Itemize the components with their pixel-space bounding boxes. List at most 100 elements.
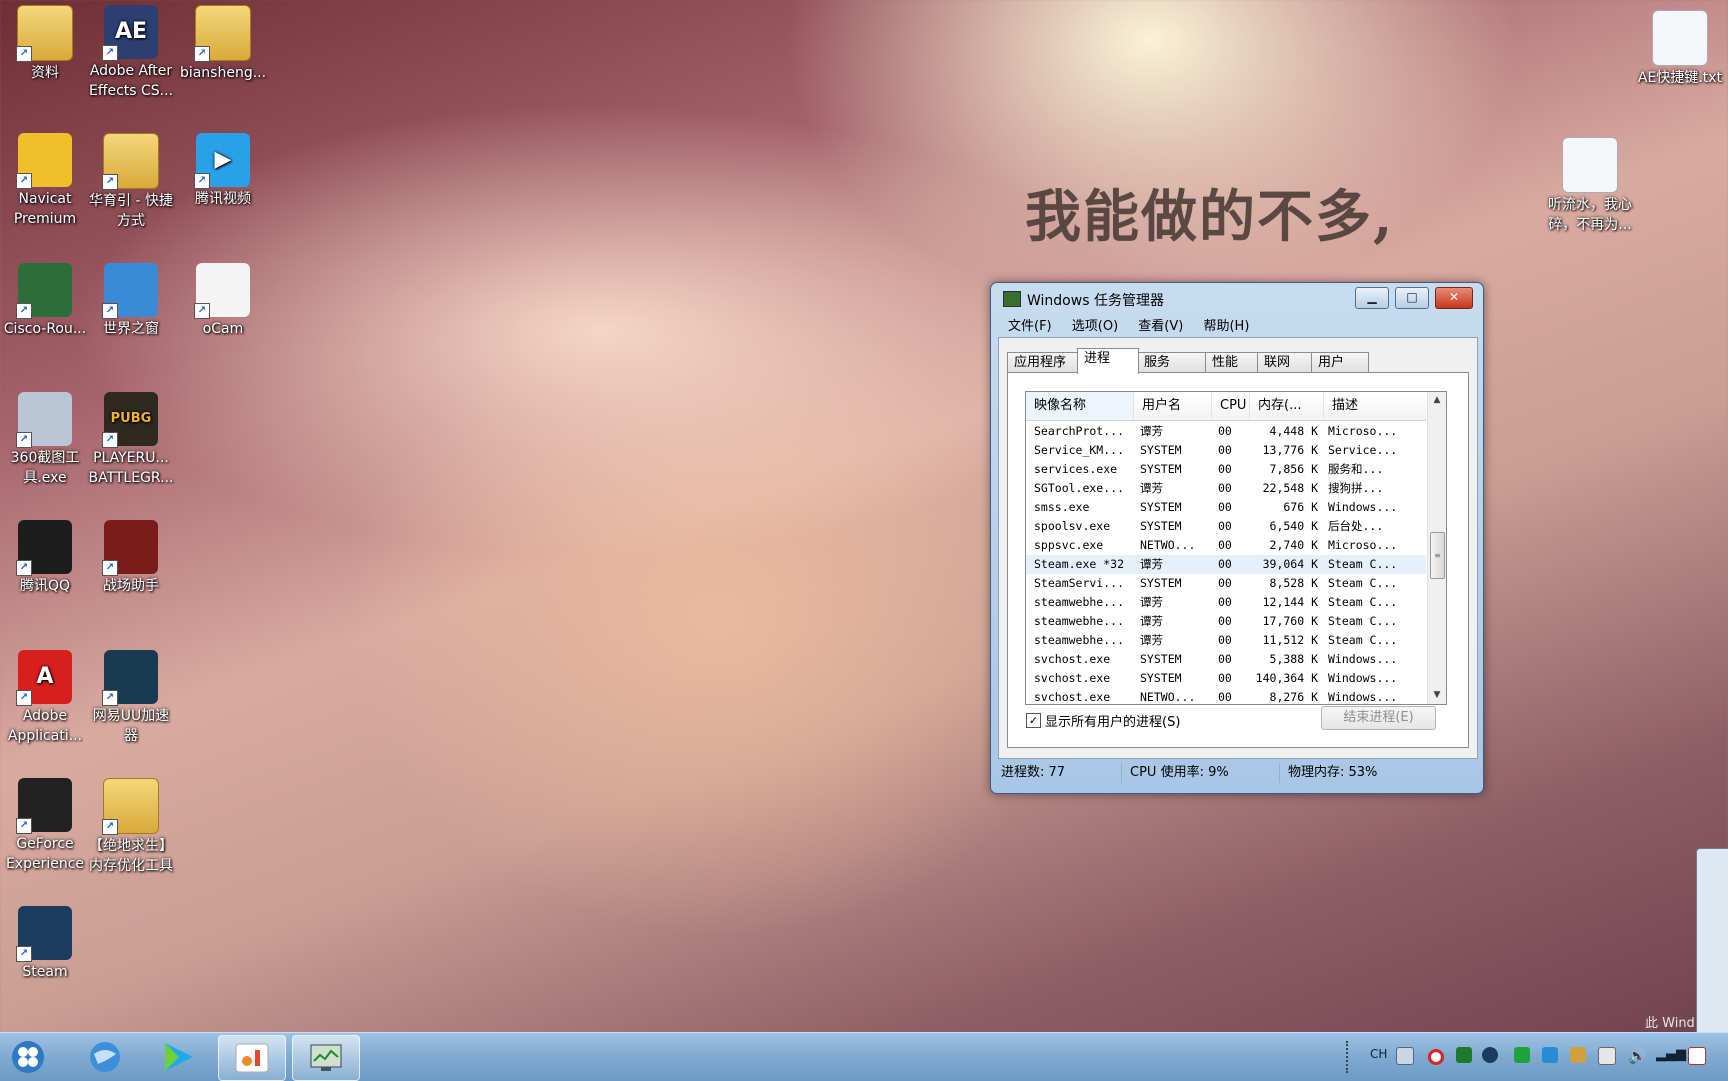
cell-user-name: 谭芳 bbox=[1140, 481, 1163, 495]
desktop-icon-screenshot-360[interactable]: ↗ 360截图工具.exe bbox=[0, 392, 90, 488]
scroll-up-arrow-icon[interactable]: ▲ bbox=[1428, 392, 1446, 409]
desktop-icon-label: Steam bbox=[22, 964, 68, 980]
cell-user-name: SYSTEM bbox=[1140, 576, 1182, 590]
tab-users[interactable]: 用户 bbox=[1311, 352, 1369, 373]
process-row[interactable]: SGTool.exe... 谭芳 00 22,548 K 搜狗拼... bbox=[1026, 479, 1426, 498]
process-row[interactable]: svchost.exe SYSTEM 00 5,388 K Windows... bbox=[1026, 650, 1426, 669]
tab-applications[interactable]: 应用程序 bbox=[1007, 352, 1079, 373]
cell-description: Windows... bbox=[1328, 690, 1398, 704]
cell-image-name: SGTool.exe... bbox=[1034, 481, 1125, 495]
tab-networking[interactable]: 联网 bbox=[1257, 352, 1313, 373]
keyboard-icon[interactable] bbox=[1396, 1047, 1414, 1065]
taskbar-browser-button[interactable] bbox=[72, 1035, 138, 1079]
desktop-icon-adobe-app-manager[interactable]: A ↗ Adobe Applicati... bbox=[0, 650, 90, 746]
title-bar[interactable]: Windows 任务管理器 ▁ □ ✕ bbox=[991, 283, 1483, 313]
column-description[interactable]: 描述 bbox=[1324, 392, 1426, 420]
desktop-icon-pubg-memory-tool[interactable]: ↗ 【绝地求生】内存优化工具 bbox=[86, 778, 176, 876]
tab-services[interactable]: 服务 bbox=[1137, 352, 1207, 373]
battlefield-helper-icon: ↗ bbox=[102, 520, 158, 576]
process-row[interactable]: SearchProt... 谭芳 00 4,448 K Microso... bbox=[1026, 422, 1426, 441]
maximize-button[interactable]: □ bbox=[1395, 287, 1429, 309]
process-row[interactable]: svchost.exe SYSTEM 00 140,364 K Windows... bbox=[1026, 669, 1426, 688]
column-cpu[interactable]: CPU bbox=[1212, 392, 1250, 420]
desktop-icon-folder-biansheng[interactable]: ↗ biansheng... bbox=[178, 5, 268, 83]
desktop-icon-qq[interactable]: ↗ 腾讯QQ bbox=[0, 520, 90, 596]
uu-accelerator-icon: ↗ bbox=[102, 650, 158, 706]
device-tray-icon[interactable] bbox=[1598, 1047, 1616, 1065]
show-all-users-checkbox[interactable]: ✓ bbox=[1026, 713, 1041, 728]
process-row[interactable]: steamwebhe... 谭芳 00 17,760 K Steam C... bbox=[1026, 612, 1426, 631]
input-language-indicator[interactable]: CH bbox=[1370, 1047, 1387, 1061]
desktop-icon-world-window[interactable]: ↗ 世界之窗 bbox=[86, 263, 176, 339]
process-row[interactable]: SteamServi... SYSTEM 00 8,528 K Steam C... bbox=[1026, 574, 1426, 593]
scroll-down-arrow-icon[interactable]: ▼ bbox=[1428, 687, 1446, 704]
process-row[interactable]: services.exe SYSTEM 00 7,856 K 服务和... bbox=[1026, 460, 1426, 479]
volume-icon[interactable]: 🔊 bbox=[1628, 1047, 1647, 1065]
desktop-icon-uu-accelerator[interactable]: ↗ 网易UU加速器 bbox=[86, 650, 176, 746]
menu-view[interactable]: 查看(V) bbox=[1138, 315, 1183, 334]
cell-user-name: 谭芳 bbox=[1140, 595, 1163, 609]
song-file-icon bbox=[1562, 137, 1618, 193]
action-center-flag-icon[interactable] bbox=[1688, 1047, 1706, 1065]
adobe-app-manager-icon-glyph: A bbox=[36, 664, 54, 689]
desktop-icon-ae-shortcuts-txt[interactable]: AE快捷键.txt bbox=[1635, 10, 1725, 88]
menu-file[interactable]: 文件(F) bbox=[1008, 315, 1052, 334]
desktop-icon-battlefield-helper[interactable]: ↗ 战场助手 bbox=[86, 520, 176, 596]
desktop-icon-cisco-router[interactable]: ↗ Cisco-Rou... bbox=[0, 263, 90, 339]
end-process-button[interactable]: 结束进程(E) bbox=[1321, 706, 1436, 730]
process-row[interactable]: Steam.exe *32 谭芳 00 39,064 K Steam C... bbox=[1026, 555, 1426, 574]
cell-user-name: SYSTEM bbox=[1140, 519, 1182, 533]
minimize-button[interactable]: ▁ bbox=[1355, 287, 1389, 309]
speaker-alt-icon[interactable] bbox=[1570, 1047, 1586, 1063]
nvidia-icon[interactable] bbox=[1456, 1047, 1472, 1063]
desktop-icon-folder-ziliao[interactable]: ↗ 资料 bbox=[0, 5, 90, 83]
desktop-icon-geforce-experience[interactable]: ↗ GeForce Experience bbox=[0, 778, 90, 874]
column-memory[interactable]: 内存(... bbox=[1250, 392, 1324, 420]
desktop-icon-label: 世界之窗 bbox=[103, 321, 159, 337]
menu-options[interactable]: 选项(O) bbox=[1072, 315, 1118, 334]
taskbar-task-manager-button[interactable] bbox=[292, 1035, 360, 1081]
desktop-icon-after-effects[interactable]: AE ↗ Adobe After Effects CS... bbox=[86, 5, 176, 101]
desktop-icon-navicat[interactable]: ↗ Navicat Premium bbox=[0, 133, 90, 229]
network-tray-icon[interactable] bbox=[1542, 1047, 1558, 1063]
process-row[interactable]: steamwebhe... 谭芳 00 12,144 K Steam C... bbox=[1026, 593, 1426, 612]
partial-window-edge[interactable] bbox=[1696, 848, 1728, 1034]
cell-image-name: SearchProt... bbox=[1034, 424, 1125, 438]
process-row[interactable]: smss.exe SYSTEM 00 676 K Windows... bbox=[1026, 498, 1426, 517]
process-list-scrollbar[interactable]: ▲ ≡ ▼ bbox=[1427, 392, 1446, 704]
column-image-name[interactable]: 映像名称 bbox=[1026, 392, 1134, 420]
tab-performance[interactable]: 性能 bbox=[1205, 352, 1259, 373]
desktop-icon-song-file[interactable]: 听流水，我心碎，不再为... bbox=[1545, 137, 1635, 235]
desktop-icon-tencent-video[interactable]: ▶ ↗ 腾讯视频 bbox=[178, 133, 268, 209]
taskbar-grip[interactable] bbox=[1346, 1041, 1354, 1073]
process-row[interactable]: spoolsv.exe SYSTEM 00 6,540 K 后台处... bbox=[1026, 517, 1426, 536]
desktop-icon-label: 360截图工具.exe bbox=[10, 450, 80, 486]
close-button[interactable]: ✕ bbox=[1435, 287, 1473, 309]
process-row[interactable]: sppsvc.exe NETWO... 00 2,740 K Microso... bbox=[1026, 536, 1426, 555]
process-list[interactable]: 映像名称 用户名 CPU 内存(... 描述 SearchProt... 谭芳 00… bbox=[1025, 391, 1447, 705]
record-icon[interactable] bbox=[1428, 1049, 1444, 1065]
cell-description: Steam C... bbox=[1328, 595, 1398, 609]
process-row[interactable]: Service_KM... SYSTEM 00 13,776 K Service... bbox=[1026, 441, 1426, 460]
signal-icon[interactable]: ▂▄▆ bbox=[1656, 1047, 1686, 1062]
steam-tray-icon[interactable] bbox=[1482, 1047, 1498, 1063]
taskbar-tencent-video-button[interactable] bbox=[144, 1035, 210, 1079]
cell-image-name: svchost.exe bbox=[1034, 671, 1111, 685]
desktop-icon-steam[interactable]: ↗ Steam bbox=[0, 906, 90, 982]
desktop-icon-ocam[interactable]: ↗ oCam bbox=[178, 263, 268, 339]
process-row[interactable]: svchost.exe NETWO... 00 8,276 K Windows... bbox=[1026, 688, 1426, 704]
green-app-tray-icon[interactable] bbox=[1514, 1047, 1530, 1063]
tab-processes[interactable]: 进程 bbox=[1077, 348, 1139, 374]
show-all-users-label[interactable]: 显示所有用户的进程(S) bbox=[1045, 711, 1180, 730]
column-user-name[interactable]: 用户名 bbox=[1134, 392, 1212, 420]
scroll-thumb[interactable]: ≡ bbox=[1430, 532, 1445, 579]
cell-user-name: SYSTEM bbox=[1140, 671, 1182, 685]
start-button[interactable] bbox=[0, 1035, 56, 1079]
desktop-icon-huayu-shortcut[interactable]: ↗ 华育引 - 快捷方式 bbox=[86, 133, 176, 231]
desktop-icon-pubg[interactable]: PUBG ↗ PLAYERU... BATTLEGR... bbox=[86, 392, 176, 488]
cell-cpu: 00 bbox=[1218, 500, 1232, 514]
menu-help[interactable]: 帮助(H) bbox=[1203, 315, 1249, 334]
cell-description: Windows... bbox=[1328, 500, 1398, 514]
process-row[interactable]: steamwebhe... 谭芳 00 11,512 K Steam C... bbox=[1026, 631, 1426, 650]
taskbar-ocam-button[interactable] bbox=[218, 1035, 286, 1081]
